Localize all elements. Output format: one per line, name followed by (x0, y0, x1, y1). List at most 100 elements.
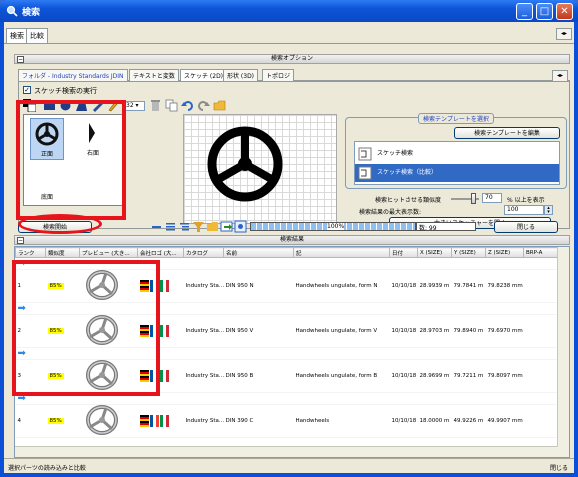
date-cell: 10/10/18 (389, 359, 418, 393)
catalog-cell: Industry Sta... (183, 359, 224, 393)
flag-it-icon (159, 331, 169, 337)
x-size-cell: 18.0000 m (417, 404, 452, 438)
minimize-button[interactable]: _ (516, 3, 533, 20)
col-y-size[interactable]: Y (SIZE) (451, 247, 486, 258)
similarity-input[interactable]: 70 (482, 193, 502, 203)
col-similarity[interactable]: 類似度 (45, 247, 80, 258)
status-close-button[interactable]: 閉じる (550, 463, 568, 472)
catalog-cell: Industry Sta... (183, 269, 224, 303)
annotation-box-sketch-tools (16, 100, 126, 220)
template-item-sketch-compare[interactable]: スケッチ検索（比較） (355, 164, 559, 182)
col-x-size[interactable]: X (SIZE) (417, 247, 452, 258)
tab-text-variables[interactable]: テキストと変数 (129, 69, 179, 81)
tab-topology[interactable]: トポロジ (262, 69, 295, 81)
close-window-button[interactable]: ✕ (556, 3, 573, 20)
collapse-icon[interactable]: − (17, 237, 24, 244)
col-preview[interactable]: プレビュー (大き... (79, 247, 138, 258)
date-cell: 10/10/18 (389, 404, 418, 438)
client-area: 検索 比較 ◂▸ − 検索オプション フォルダ - Industry Stand… (4, 22, 574, 473)
tab-sketch-2d[interactable]: スケッチ (2D) (180, 69, 228, 81)
max-results-spinner[interactable]: ▴ ▾ (544, 205, 553, 215)
list-view-icon[interactable] (164, 220, 177, 233)
search-app-icon (6, 5, 18, 17)
catalog-cell: Industry Sta... (183, 404, 224, 438)
template-list[interactable]: スケッチ検索 スケッチ検索（比較） (354, 141, 560, 185)
template-icon (358, 147, 372, 161)
tab-folder[interactable]: フォルダ - Industry Standards JDIN (18, 69, 128, 81)
annotation-oval-search-button (18, 214, 102, 234)
status-bar: 選択パーツの読み込みと比較 閉じる (4, 458, 574, 473)
top-tab-strip: 検索 比較 ◂▸ (4, 22, 574, 44)
tab-scroll-arrows[interactable]: ◂▸ (556, 28, 572, 40)
delete-icon[interactable] (149, 99, 162, 112)
col-description[interactable]: 記 (293, 247, 390, 258)
x-size-cell: 28.9939 m (417, 269, 452, 303)
results-horizontal-scrollbar[interactable] (15, 446, 558, 457)
z-size-cell: 79.8097 mm (485, 359, 524, 393)
rank-cell: 4 (15, 404, 46, 438)
y-size-cell: 79.7841 m (451, 269, 486, 303)
detail-view-icon[interactable] (178, 220, 191, 233)
y-size-cell: 79.7211 m (451, 359, 486, 393)
settings-icon[interactable] (234, 220, 247, 233)
redo-icon[interactable] (197, 99, 210, 112)
search-window: 検索 _ □ ✕ 検索 比較 ◂▸ − 検索オプション フォルダ - Indus… (0, 0, 578, 477)
similarity-slider-thumb[interactable] (471, 193, 476, 204)
catalog-cell: Industry Sta... (183, 314, 224, 348)
window-title: 検索 (22, 7, 41, 17)
col-name[interactable]: 名前 (223, 247, 294, 258)
template-item-label: スケッチ検索（比較） (377, 169, 438, 176)
close-search-button[interactable]: 閉じる (494, 221, 558, 233)
collapse-icon[interactable]: − (17, 56, 24, 63)
flag-fr-icon (149, 421, 159, 427)
flag-it-icon (159, 286, 169, 292)
flag-de-icon (139, 414, 149, 421)
flag-it-icon (159, 376, 169, 382)
description-cell: Handwheels ungulate, form B (293, 359, 390, 393)
name-cell: DIN 950 V (223, 314, 294, 348)
undo-icon[interactable] (181, 99, 194, 112)
folder-tree-icon[interactable] (206, 220, 219, 233)
annotation-box-results (12, 260, 160, 396)
tab-search[interactable]: 検索 (6, 28, 28, 43)
table-row[interactable]: 4 85% Industry Sta... DIN 390 C Handwheels 10… (15, 404, 560, 438)
tab-shape-3d[interactable]: 形状 (3D) (223, 69, 259, 81)
col-catalog[interactable]: カタログ (183, 247, 224, 258)
filter-icon[interactable] (192, 220, 205, 233)
status-text: 選択パーツの読み込みと比較 (8, 465, 86, 472)
catalog-text: Industry Sta... (185, 418, 224, 424)
minus-icon[interactable] (150, 220, 163, 233)
maximize-button[interactable]: □ (536, 3, 553, 20)
brp-cell (523, 269, 560, 303)
open-sketch-icon[interactable] (213, 99, 226, 112)
max-results-input[interactable]: 100 (504, 205, 544, 215)
template-icon (358, 166, 372, 180)
col-date[interactable]: 日付 (389, 247, 418, 258)
description-cell: Handwheels ungulate, form V (293, 314, 390, 348)
template-group-label: 検索テンプレートを選択 (418, 113, 494, 124)
results-vertical-scrollbar[interactable] (557, 247, 569, 457)
z-size-cell: 49.9907 mm (485, 404, 524, 438)
col-z-size[interactable]: Z (SIZE) (485, 247, 524, 258)
similarity-badge: 85% (47, 418, 64, 424)
sketch-enable-checkbox[interactable]: ✓ (23, 86, 31, 94)
col-rank[interactable]: ランク (15, 247, 46, 258)
search-progress-bar: 100% (250, 222, 416, 231)
y-size-cell: 79.8940 m (451, 314, 486, 348)
col-company-logo[interactable]: 会社ロゴ (大... (137, 247, 184, 258)
preview-cell[interactable] (79, 404, 138, 438)
edit-template-button[interactable]: 検索テンプレートを編集 (454, 127, 560, 139)
sketch-canvas[interactable] (183, 114, 337, 224)
template-item-label: スケッチ検索 (377, 150, 414, 157)
export-icon[interactable] (220, 220, 233, 233)
col-brp[interactable]: BRP-A (523, 247, 560, 258)
tab-compare[interactable]: 比較 (26, 28, 48, 43)
line-width-select[interactable]: 32 ▾ (123, 101, 145, 111)
template-item-sketch[interactable]: スケッチ検索 (355, 145, 559, 163)
similarity-label: 検索ヒットさせる類似度 (375, 197, 442, 204)
copy-icon[interactable] (165, 99, 178, 112)
results-header[interactable]: − 検索結果 (14, 235, 570, 245)
flag-fr-icon (149, 414, 159, 421)
handwheel-preview-icon (85, 405, 118, 435)
search-options-header[interactable]: − 検索オプション (14, 54, 570, 64)
